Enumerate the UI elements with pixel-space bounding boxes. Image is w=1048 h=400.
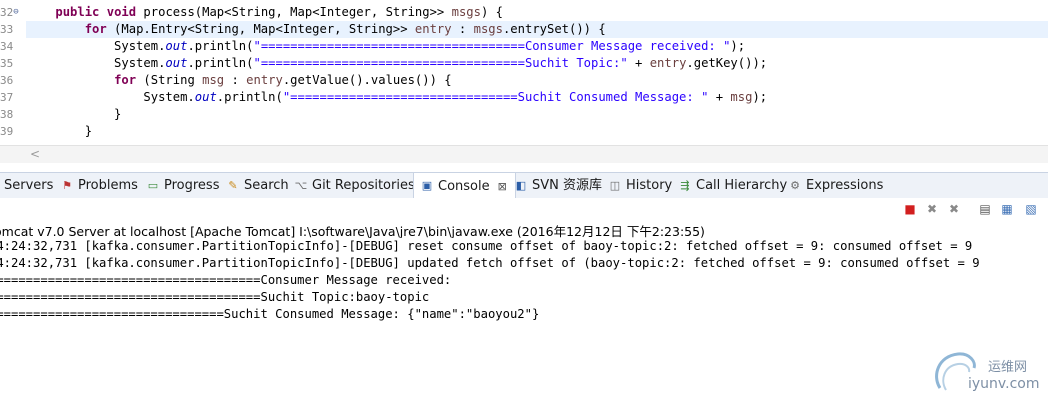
console-line: =====================================Con…: [0, 273, 452, 287]
tab-console[interactable]: ▣ Console ⊠: [413, 173, 516, 199]
watermark-logo: 运维网 iyunv.com: [930, 346, 1048, 400]
terminate-icon[interactable]: ■: [903, 202, 917, 216]
tab-history[interactable]: ◫ History: [608, 173, 672, 198]
watermark-domain-text: iyunv.com: [968, 376, 1040, 392]
console-output[interactable]: 14:24:32,731 [kafka.consumer.PartitionTo…: [0, 238, 1048, 400]
tab-label: Expressions: [806, 178, 884, 193]
tab-label: Console: [438, 178, 490, 194]
scroll-lock-icon[interactable]: ▦: [1000, 202, 1014, 216]
tab-progress[interactable]: ▭ Progress: [146, 173, 220, 198]
code-line[interactable]: System.out.println("====================…: [26, 38, 1048, 55]
horizontal-scrollbar[interactable]: <: [0, 145, 1048, 163]
remove-launch-icon[interactable]: ✖: [925, 202, 939, 216]
close-icon[interactable]: ⊠: [498, 174, 507, 199]
history-icon: ◫: [609, 178, 621, 192]
code-line[interactable]: }: [26, 106, 1048, 123]
line-number: 38: [0, 108, 14, 121]
tab-label: History: [626, 178, 673, 193]
pin-console-icon[interactable]: ▧: [1024, 202, 1038, 216]
console-line: 14:24:32,731 [kafka.consumer.PartitionTo…: [0, 256, 980, 270]
git-icon: ⌥: [294, 178, 308, 192]
tab-label: Git Repositories: [312, 178, 415, 193]
line-number: 39: [0, 125, 14, 138]
fold-collapse-icon[interactable]: ⊖: [13, 7, 18, 17]
tab-search[interactable]: ✎ Search: [226, 173, 289, 198]
clear-console-icon[interactable]: ▤: [978, 202, 992, 216]
scroll-left-icon[interactable]: <: [30, 147, 40, 161]
view-tab-bar: ⛁Servers ⚑ Problems ▭ Progress ✎ Search ⌥ Gi…: [0, 172, 1048, 199]
tab-label: Call Hierarchy: [696, 178, 788, 193]
code-area[interactable]: public void process(Map<String, Map<Inte…: [26, 4, 1048, 140]
tab-servers[interactable]: ⛁Servers: [0, 173, 53, 198]
search-icon: ✎: [228, 178, 238, 192]
console-toolbar: ■ ✖ ✖ ▤ ▦ ▧: [0, 198, 1048, 220]
code-line[interactable]: for (String msg : entry.getValue().value…: [26, 72, 1048, 89]
watermark-cn-text: 运维网: [988, 360, 1028, 375]
line-number: 36: [0, 74, 14, 87]
pane-separator: [0, 163, 1048, 172]
tab-label: Search: [244, 178, 289, 193]
code-line-current[interactable]: for (Map.Entry<String, Map<Integer, Stri…: [26, 21, 1048, 38]
code-line[interactable]: System.out.println("====================…: [26, 89, 1048, 106]
tab-expressions[interactable]: ⚙ Expressions: [788, 173, 883, 198]
remove-all-launches-icon[interactable]: ✖: [947, 202, 961, 216]
tab-call-hierarchy[interactable]: ⇶ Call Hierarchy: [678, 173, 787, 198]
tab-label: Problems: [78, 178, 138, 193]
line-number: 37: [0, 91, 14, 104]
console-line: =====================================Suc…: [0, 290, 430, 304]
tab-label: SVN 资源库: [532, 178, 603, 193]
line-number: 35: [0, 57, 14, 70]
line-number: 33: [0, 23, 14, 36]
tab-label: Servers: [4, 178, 54, 193]
tab-label: Progress: [164, 178, 220, 193]
console-line: ================================Suchit C…: [0, 307, 540, 321]
tab-problems[interactable]: ⚑ Problems: [60, 173, 138, 198]
code-line[interactable]: }: [26, 123, 1048, 140]
line-number: 32⊖: [0, 6, 19, 19]
code-line[interactable]: public void process(Map<String, Map<Inte…: [26, 4, 1048, 21]
tab-git-repositories[interactable]: ⌥ Git Repositories: [294, 173, 415, 198]
call-hierarchy-icon: ⇶: [680, 178, 690, 192]
progress-icon: ▭: [147, 178, 159, 192]
problems-icon: ⚑: [62, 178, 72, 192]
code-editor[interactable]: 32⊖ 33 34 35 36 37 38 39 public void pro…: [0, 0, 1048, 146]
tab-svn-repository[interactable]: ◧ SVN 资源库: [514, 173, 602, 198]
code-line[interactable]: System.out.println("====================…: [26, 55, 1048, 72]
console-icon: ▣: [421, 179, 433, 192]
expressions-icon: ⚙: [790, 178, 800, 192]
console-line: 14:24:32,731 [kafka.consumer.PartitionTo…: [0, 239, 973, 253]
line-number-gutter: 32⊖ 33 34 35 36 37 38 39: [0, 4, 26, 140]
line-number: 34: [0, 40, 14, 53]
svn-icon: ◧: [515, 178, 527, 192]
